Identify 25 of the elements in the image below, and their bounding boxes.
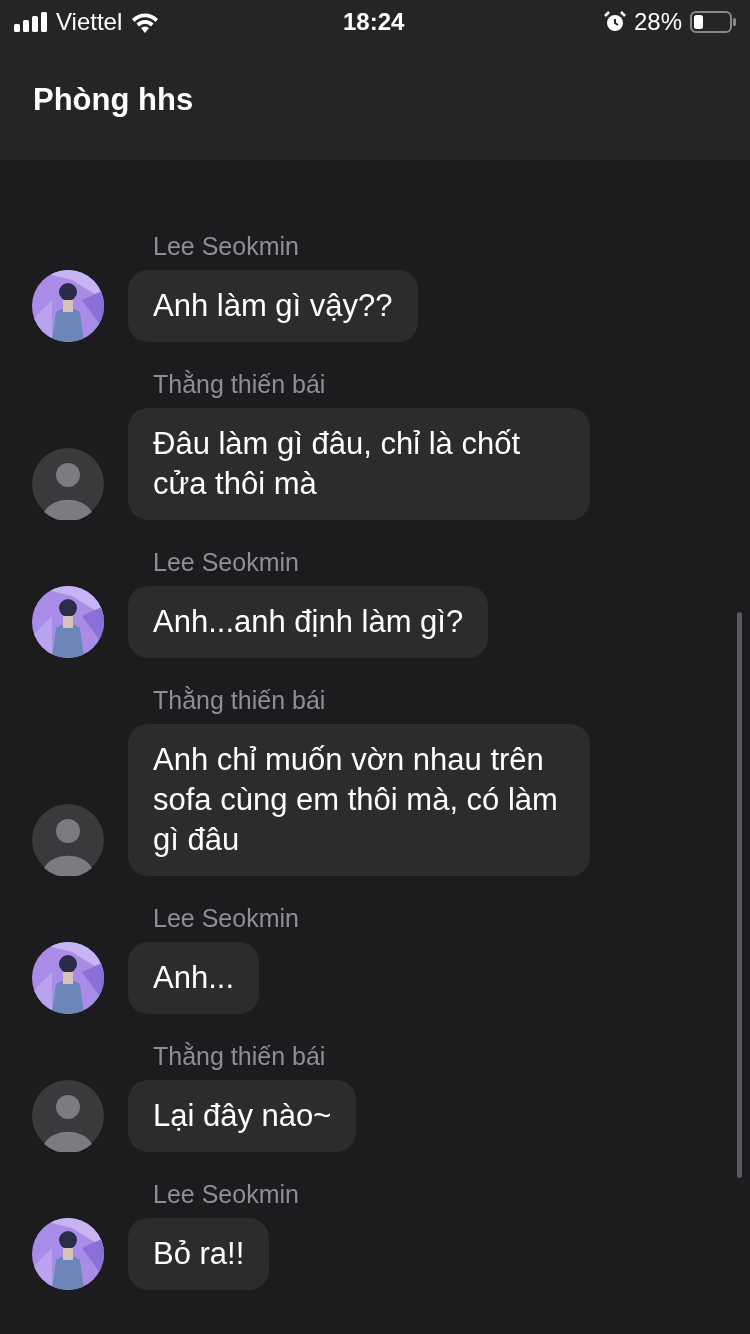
- sender-name: Lee Seokmin: [152, 232, 300, 260]
- sender-name: Thằng thiến bái: [152, 1042, 327, 1070]
- sender-name: Lee Seokmin: [152, 548, 300, 576]
- message-bubble: Anh làm gì vậy??: [128, 270, 418, 342]
- sender-name: Lee Seokmin: [152, 1180, 300, 1208]
- message-bubble: Bỏ ra!!: [128, 1218, 270, 1290]
- sender-name: Lee Seokmin: [152, 904, 300, 932]
- carrier-name: Viettel: [56, 7, 123, 37]
- message-bubble: Anh...anh định làm gì?: [128, 586, 489, 658]
- sender-name: Thằng thiến bái: [152, 370, 327, 398]
- message-bubble: Anh...: [128, 942, 259, 1014]
- message-bubble: Lại đây nào~: [128, 1080, 357, 1152]
- default-avatar-icon: [32, 448, 104, 520]
- default-avatar-icon: [32, 804, 104, 876]
- message-bubble: Đâu làm gì đâu, chỉ là chốt cửa thôi mà: [128, 408, 590, 520]
- clock-time: 18:24: [343, 7, 405, 37]
- signal-icon: [14, 12, 48, 32]
- battery-icon: [690, 11, 736, 33]
- battery-percent: 28%: [633, 7, 682, 37]
- wifi-icon: [130, 11, 161, 33]
- default-avatar-icon: [32, 1080, 104, 1152]
- alarm-icon: [603, 11, 626, 33]
- chat-title: Phòng hhs: [33, 80, 194, 119]
- sender-name: Thằng thiến bái: [152, 686, 327, 714]
- message-bubble: Anh chỉ muốn vờn nhau trên sofa cùng em thôi mà, có làm gì đâu: [128, 724, 590, 876]
